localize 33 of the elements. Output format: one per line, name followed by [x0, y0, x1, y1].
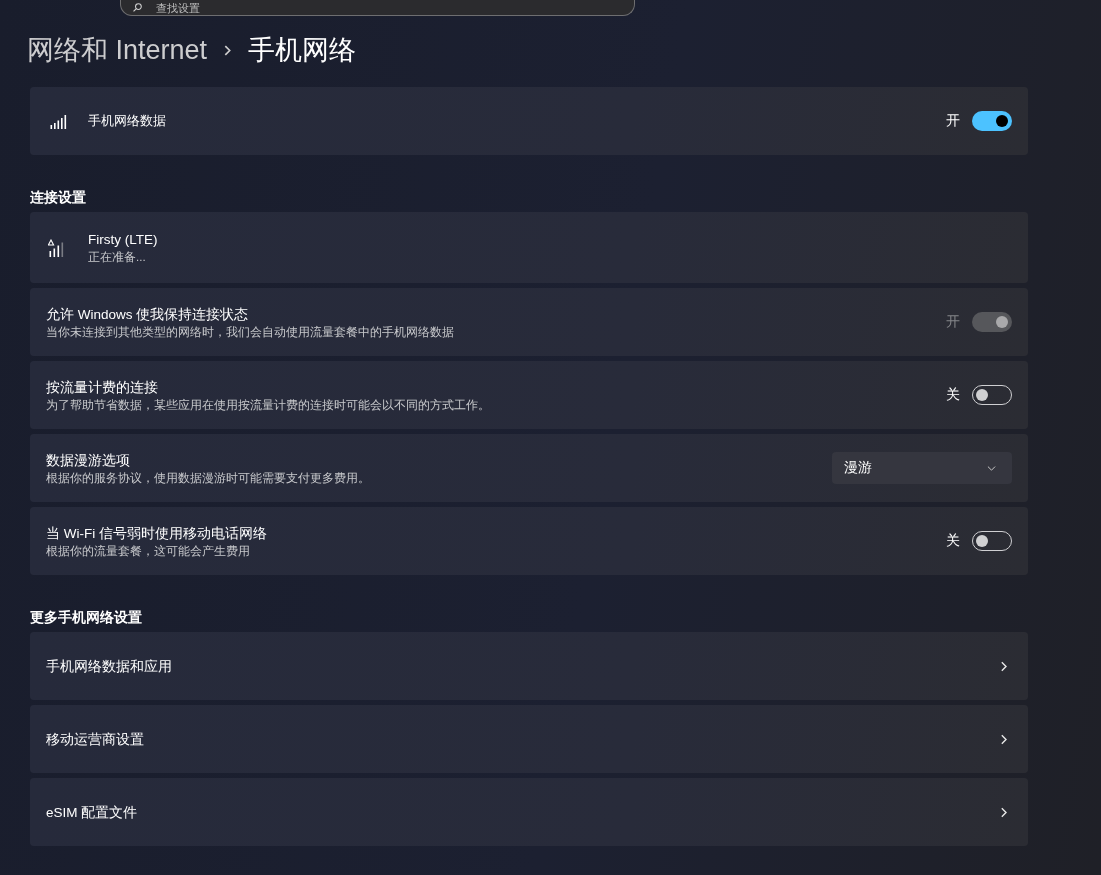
signal-warning-icon	[48, 238, 66, 257]
settings-link-card[interactable]: 移动运营商设置	[30, 705, 1028, 773]
settings-link-card[interactable]: 手机网络数据和应用	[30, 632, 1028, 700]
setting-description: 根据你的流量套餐，这可能会产生费用	[46, 543, 250, 559]
breadcrumb-link[interactable]: 网络和 Internet	[27, 32, 208, 68]
toggle-switch[interactable]	[972, 111, 1012, 131]
setting-title: 按流量计费的连接	[46, 378, 158, 397]
chevron-right-icon	[1001, 806, 1007, 818]
setting-description: 根据你的服务协议，使用数据漫游时可能需要支付更多费用。	[46, 470, 370, 486]
section-heading: 更多手机网络设置	[30, 609, 143, 627]
setting-description: 为了帮助节省数据，某些应用在使用按流量计费的连接时可能会以不同的方式工作。	[46, 397, 490, 413]
network-name: Firsty (LTE)	[88, 231, 158, 249]
setting-description: 当你未连接到其他类型的网络时，我们会自动使用流量套餐中的手机网络数据	[46, 324, 454, 340]
chevron-down-icon	[987, 465, 996, 471]
chevron-right-icon	[224, 44, 232, 56]
toggle-state-label: 关	[946, 386, 960, 404]
toggle-state-label: 开	[946, 112, 960, 130]
page-title: 手机网络	[248, 34, 357, 67]
signal-icon	[50, 113, 68, 129]
setting-title: 当 Wi-Fi 信号弱时使用移动电话网络	[46, 524, 267, 543]
setting-title: 数据漫游选项	[46, 451, 130, 470]
search-icon	[133, 3, 142, 12]
settings-link-card[interactable]: eSIM 配置文件	[30, 778, 1028, 846]
setting-title: 允许 Windows 使我保持连接状态	[46, 305, 249, 324]
network-status: 正在准备...	[88, 250, 146, 265]
search-field[interactable]: 查找设置	[120, 0, 635, 16]
section-heading: 连接设置	[30, 189, 87, 207]
toggle-state-label: 开	[946, 313, 960, 331]
roaming-dropdown[interactable]: 漫游	[832, 452, 1012, 484]
setting-title: 手机网络数据	[88, 112, 166, 130]
toggle-state-label: 关	[946, 532, 960, 550]
chevron-right-icon	[1001, 660, 1007, 672]
chevron-right-icon	[1001, 733, 1007, 745]
